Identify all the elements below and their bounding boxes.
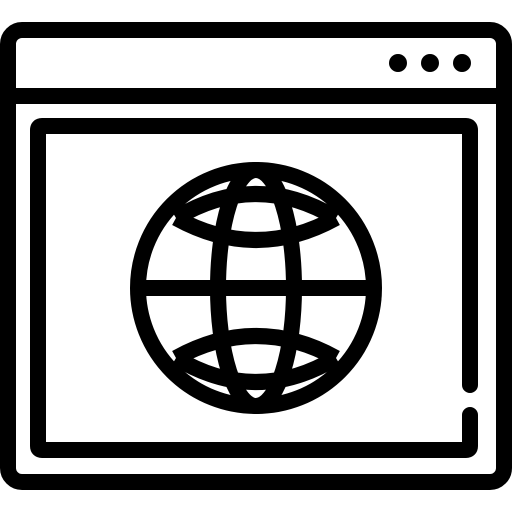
window-control-dot-3 [453,54,471,72]
globe-upper-latitude [171,186,341,225]
window-control-dot-2 [421,54,439,72]
globe-icon [130,162,382,414]
browser-window-globe-svg [0,22,512,490]
globe-lower-cap [172,328,340,366]
window-control-dot-1 [389,54,407,72]
globe-upper-cap [172,210,340,248]
window-control-dots [389,54,471,72]
browser-window-globe-icon [0,0,512,512]
globe-lower-latitude [171,351,341,390]
